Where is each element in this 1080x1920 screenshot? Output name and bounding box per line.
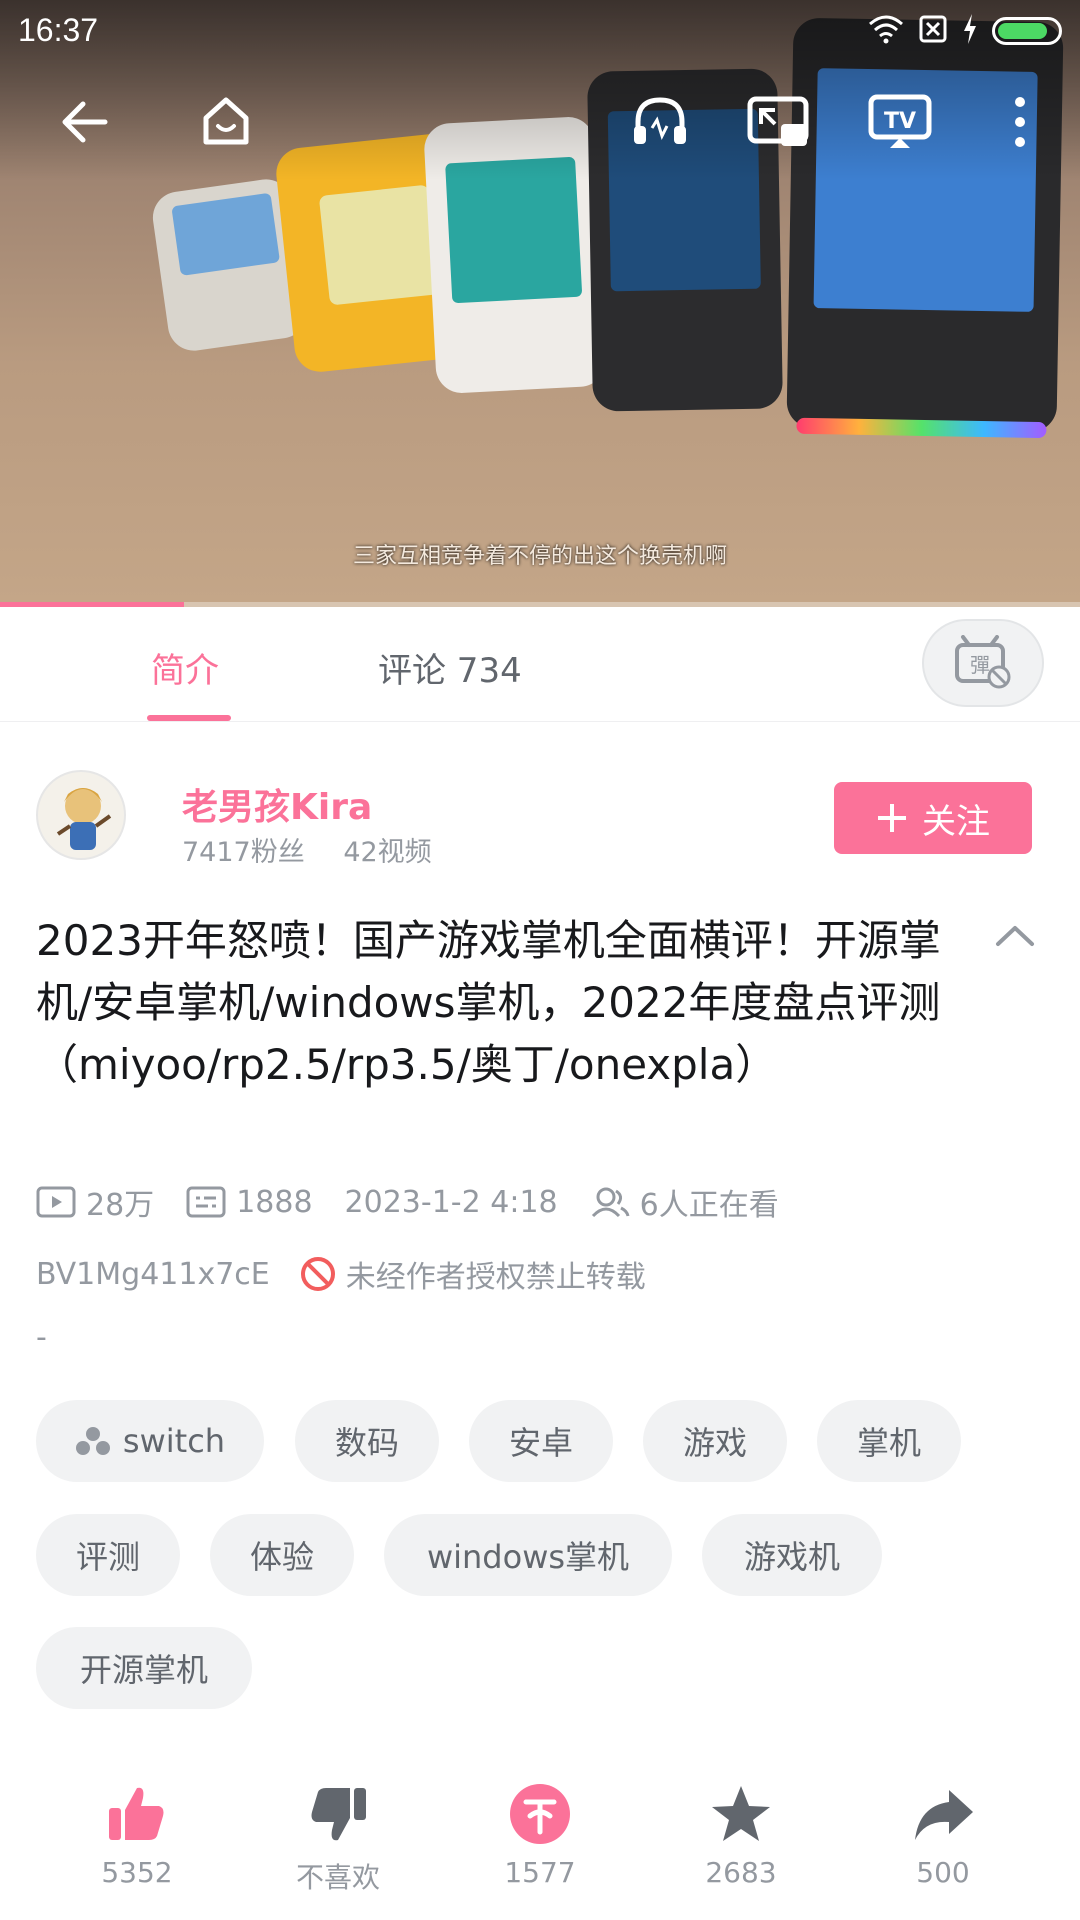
battery-icon: [992, 17, 1062, 45]
tab-intro[interactable]: 简介: [151, 643, 219, 692]
tag-chip[interactable]: 体验: [210, 1514, 354, 1596]
author-videos: 42视频: [343, 837, 432, 868]
people-watching-icon: [591, 1187, 630, 1218]
star-icon: [712, 1786, 770, 1841]
thumbs-down-icon: [311, 1788, 366, 1841]
author-fans: 7417粉丝: [182, 837, 305, 868]
collapse-title-button[interactable]: [990, 920, 1040, 960]
like-count: 5352: [101, 1856, 173, 1889]
coin-icon: [510, 1784, 570, 1844]
dislike-button[interactable]: 不喜欢: [268, 1782, 408, 1912]
tag-chip[interactable]: switch: [36, 1400, 264, 1482]
tag-chip[interactable]: 游戏: [643, 1400, 787, 1482]
pip-icon: [747, 96, 809, 146]
author-avatar[interactable]: [36, 770, 126, 860]
picture-in-picture-button[interactable]: [742, 86, 814, 158]
watching-count: 6人正在看: [639, 1188, 779, 1223]
danmaku-count-icon: [186, 1186, 226, 1218]
video-subtitle: 三家互相竞争着不停的出这个换壳机啊: [352, 544, 727, 569]
topic-icon: [75, 1427, 110, 1455]
views-count: 28万: [86, 1188, 155, 1223]
video-description: -: [36, 1320, 47, 1355]
favorite-count: 2683: [705, 1856, 777, 1889]
like-button[interactable]: 5352: [67, 1782, 207, 1912]
follow-button[interactable]: 关注: [834, 782, 1032, 854]
wifi-icon: [868, 14, 904, 48]
home-icon: [203, 97, 249, 145]
watching-stat: 6人正在看: [590, 1180, 779, 1224]
danmaku-stat: 1888: [186, 1184, 313, 1220]
reprint-notice: 未经作者授权禁止转载: [300, 1252, 646, 1296]
audio-mode-button[interactable]: [624, 86, 696, 158]
video-player[interactable]: 三家互相竞争着不停的出这个换壳机啊 16:37 TV: [0, 0, 1080, 607]
status-bar: 16:37: [0, 0, 1080, 60]
tag-chip[interactable]: 评测: [36, 1514, 180, 1596]
tag-chip[interactable]: windows掌机: [384, 1514, 672, 1596]
more-vertical-icon: [1015, 97, 1025, 147]
author-section: 老男孩Kira 7417粉丝 42视频 关注: [0, 760, 1080, 880]
thumbs-up-icon: [109, 1787, 164, 1840]
tag-chip[interactable]: 开源掌机: [36, 1627, 252, 1709]
status-time: 16:37: [18, 12, 99, 48]
video-meta: BV1Mg411x7cE 未经作者授权禁止转载: [36, 1252, 646, 1296]
charging-icon: [962, 14, 978, 48]
chevron-up-icon: [996, 926, 1034, 946]
favorite-button[interactable]: 2683: [671, 1782, 811, 1912]
share-arrow-icon: [915, 1790, 973, 1840]
danmaku-off-icon: 彈: [955, 635, 1011, 689]
author-meta: 7417粉丝 42视频: [182, 830, 462, 869]
headphones-icon: [634, 97, 686, 144]
coin-count: 1577: [504, 1856, 576, 1889]
cast-tv-button[interactable]: TV: [864, 86, 936, 158]
publish-date: 2023-1-2 4:18: [344, 1184, 558, 1220]
tag-chip[interactable]: 掌机: [817, 1400, 961, 1482]
bvid[interactable]: BV1Mg411x7cE: [36, 1257, 270, 1292]
forbidden-icon: [300, 1257, 335, 1291]
avatar-figure-icon: [56, 788, 112, 850]
tag-chip[interactable]: 安卓: [469, 1400, 613, 1482]
views-stat: 28万: [36, 1180, 154, 1224]
back-arrow-icon: [62, 101, 108, 143]
video-stats: 28万 1888 2023-1-2 4:18 6人正在看: [36, 1180, 811, 1224]
sim-off-icon: [918, 14, 948, 48]
dislike-label: 不喜欢: [295, 1861, 380, 1894]
svg-text:TV: TV: [884, 109, 916, 134]
tv-cast-icon: TV: [868, 94, 932, 148]
danmaku-count: 1888: [236, 1184, 313, 1220]
plus-icon: [878, 804, 906, 832]
tab-comments[interactable]: 评论 734: [378, 643, 522, 692]
detail-tabs: 简介 评论 734 彈: [0, 607, 1080, 722]
share-count: 500: [916, 1856, 970, 1889]
follow-label: 关注: [922, 801, 990, 842]
author-name[interactable]: 老男孩Kira: [182, 778, 372, 830]
more-options-button[interactable]: [984, 86, 1056, 158]
danmaku-toggle-button[interactable]: 彈: [922, 619, 1044, 707]
active-tab-indicator: [147, 715, 231, 721]
back-button[interactable]: [48, 86, 120, 158]
video-title: 2023开年怒喷！国产游戏掌机全面横评！开源掌机/安卓掌机/windows掌机，…: [36, 916, 941, 1089]
home-button[interactable]: [190, 86, 262, 158]
play-count-icon: [36, 1186, 76, 1218]
share-button[interactable]: 500: [873, 1782, 1013, 1912]
svg-text:彈: 彈: [970, 653, 990, 677]
tag-chip[interactable]: 数码: [295, 1400, 439, 1482]
tag-chip[interactable]: 游戏机: [702, 1514, 882, 1596]
coin-button[interactable]: 1577: [470, 1782, 610, 1912]
